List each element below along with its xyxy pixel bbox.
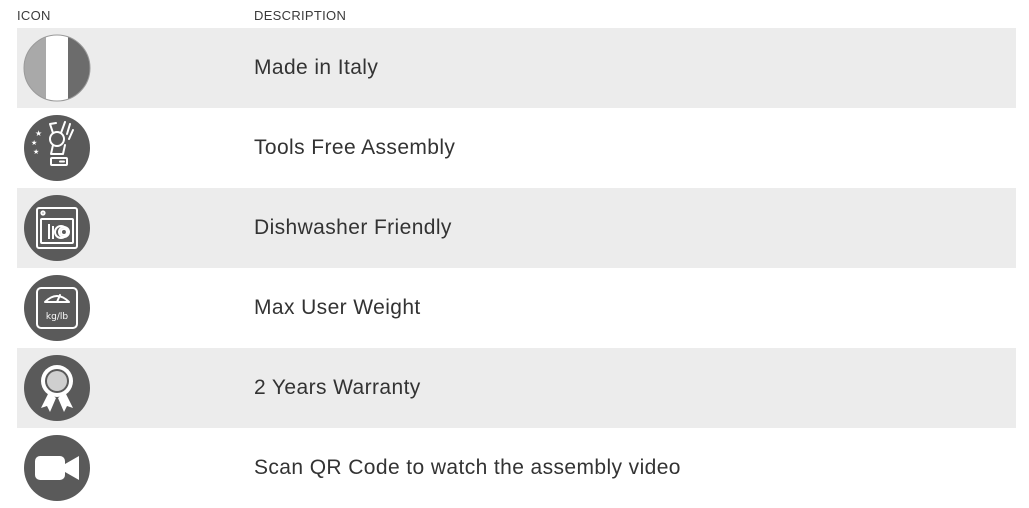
video-camera-icon xyxy=(23,434,91,502)
row-description: Made in Italy xyxy=(254,56,379,79)
dishwasher-icon xyxy=(23,194,91,262)
svg-text:★: ★ xyxy=(33,148,39,156)
scale-unit-label: kg/lb xyxy=(46,312,68,322)
row-description: Dishwasher Friendly xyxy=(254,216,452,239)
icon-column-header: ICON xyxy=(17,8,51,23)
table-row: ★ ★ ★ Tools Free Assembly xyxy=(17,108,1016,188)
table-row: Made in Italy xyxy=(17,28,1016,108)
description-column-header: DESCRIPTION xyxy=(254,8,347,23)
row-description: Scan QR Code to watch the assembly video xyxy=(254,456,681,479)
scale-icon: kg/lb xyxy=(23,274,91,342)
row-description: Tools Free Assembly xyxy=(254,136,456,159)
row-description: 2 Years Warranty xyxy=(254,376,421,399)
italy-flag-icon xyxy=(23,34,91,102)
table-row: kg/lb Max User Weight xyxy=(17,268,1016,348)
features-table: ICON DESCRIPTION Made in Italy ★ ★ ★ Too… xyxy=(17,0,1016,508)
table-header: ICON DESCRIPTION xyxy=(17,0,1016,28)
table-row: Scan QR Code to watch the assembly video xyxy=(17,428,1016,508)
tools-free-assembly-icon: ★ ★ ★ xyxy=(23,114,91,182)
table-row: 2 Years Warranty xyxy=(17,348,1016,428)
warranty-ribbon-icon xyxy=(23,354,91,422)
svg-text:★: ★ xyxy=(31,139,37,147)
row-description: Max User Weight xyxy=(254,296,421,319)
table-row: Dishwasher Friendly xyxy=(17,188,1016,268)
svg-text:★: ★ xyxy=(35,129,42,138)
